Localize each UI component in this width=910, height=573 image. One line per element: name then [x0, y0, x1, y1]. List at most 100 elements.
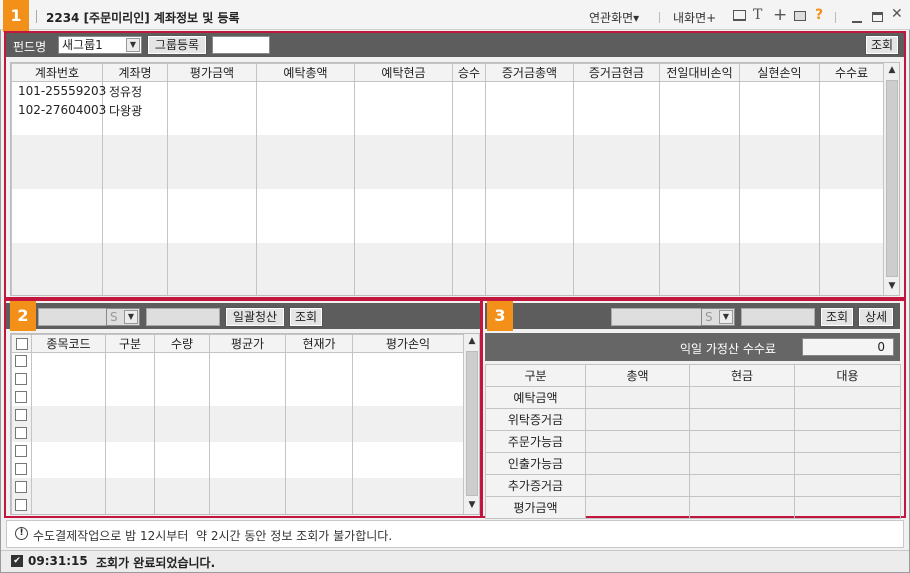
deposit-table: 구분 총액 현금 대용 예탁금액 위탁증거금 주문가능금 인출가능금 추가증거금… — [485, 364, 901, 519]
minimize-icon[interactable] — [852, 21, 862, 23]
account-number: 102-27604003 — [11, 100, 106, 120]
menu-divider — [659, 12, 660, 23]
row-label: 위탁증거금 — [485, 408, 586, 431]
row-label: 평가금액 — [485, 496, 586, 519]
account-number: 101-25559203 — [11, 81, 106, 101]
col-header[interactable]: 승수 — [452, 63, 486, 82]
print-icon[interactable] — [794, 11, 806, 21]
panel-2-select: S ▼ — [106, 308, 140, 326]
col-header[interactable]: 증거금현금 — [573, 63, 660, 82]
col-header: 현금 — [689, 364, 795, 387]
row-checkbox[interactable] — [15, 409, 27, 421]
col-header[interactable]: 계좌명 — [102, 63, 168, 82]
scroll-up-icon[interactable]: ▲ — [884, 65, 899, 75]
row-checkbox[interactable] — [15, 427, 27, 439]
scroll-down-icon[interactable]: ▼ — [464, 500, 479, 510]
table-row: 평가금액 — [485, 496, 901, 519]
scroll-down-icon[interactable]: ▼ — [884, 281, 899, 291]
row-label: 주문가능금 — [485, 430, 586, 453]
notice-text: 수도결제작업으로 밤 12시부터 약 2시간 동안 정보 조회가 불가합니다. — [33, 529, 393, 543]
chevron-down-icon: ▼ — [124, 310, 138, 324]
close-icon[interactable]: ✕ — [891, 6, 903, 22]
status-time: 09:31:15 — [28, 554, 88, 568]
text-icon[interactable]: T — [753, 7, 762, 23]
row-checkbox[interactable] — [15, 373, 27, 385]
row-checkbox[interactable] — [15, 499, 27, 511]
panel-3-select: S ▼ — [701, 308, 735, 326]
table-row[interactable]: 101-25559203 정유정 — [11, 81, 884, 101]
detail-button[interactable]: 상세 — [858, 307, 894, 327]
info-icon: ! — [15, 527, 28, 540]
col-header[interactable]: 증거금총액 — [485, 63, 574, 82]
chevron-down-icon[interactable]: ▼ — [126, 38, 140, 52]
plus-icon[interactable]: + — [773, 7, 787, 24]
col-header[interactable]: 평가손익 — [352, 334, 464, 353]
title-divider — [36, 10, 37, 23]
bulk-settle-button[interactable]: 일괄청산 — [225, 307, 285, 327]
panel-2-select-value: S — [110, 310, 118, 324]
group-register-button[interactable]: 그룹등록 — [147, 35, 207, 55]
table-row: 추가증거금 — [485, 474, 901, 497]
group-select[interactable]: 새그룹1 ▼ — [58, 36, 142, 54]
table-row: 주문가능금 — [485, 430, 901, 453]
col-header: 대용 — [794, 364, 901, 387]
col-header[interactable]: 실현손익 — [739, 63, 820, 82]
col-header[interactable]: 계좌번호 — [11, 63, 103, 82]
panel-1-scrollbar[interactable]: ▲ ▼ — [883, 63, 899, 295]
section-badge-2: 2 — [10, 301, 36, 331]
row-checkbox[interactable] — [15, 445, 27, 457]
panel-1-query-button[interactable]: 조회 — [865, 35, 899, 55]
fee-label: 익일 가정산 수수료 — [680, 342, 776, 356]
panel-3-password-input — [741, 308, 815, 326]
row-checkbox[interactable] — [15, 481, 27, 493]
chevron-down-icon: ▼ — [719, 310, 733, 324]
account-table: 계좌번호 계좌명 평가금액 예탁총액 예탁현금 승수 증거금총액 증거금현금 전… — [11, 63, 884, 295]
col-header[interactable]: 평가금액 — [167, 63, 257, 82]
status-message: 조회가 완료되었습니다. — [96, 556, 216, 570]
maximize-icon[interactable] — [872, 12, 883, 22]
panel-2-scrollbar[interactable]: ▲ ▼ — [463, 334, 479, 514]
col-header[interactable]: 현재가 — [285, 334, 353, 353]
fund-label: 펀드명 — [13, 40, 47, 54]
table-row: 인출가능금 — [485, 452, 901, 475]
col-header[interactable]: 전일대비손익 — [659, 63, 740, 82]
table-row[interactable]: 102-27604003 다왕광 — [11, 100, 884, 120]
position-table: 종목코드 구분 수량 평균가 현재가 평가손익 — [11, 334, 464, 514]
fund-input[interactable] — [212, 36, 270, 54]
row-label: 인출가능금 — [485, 452, 586, 475]
col-header[interactable]: 수량 — [154, 334, 210, 353]
col-header: 총액 — [585, 364, 690, 387]
position-grid: 종목코드 구분 수량 평균가 현재가 평가손익 ▲ ▼ — [10, 333, 480, 515]
table-header: 구분 총액 현금 대용 — [485, 364, 901, 387]
group-select-value: 새그룹1 — [62, 38, 103, 52]
checkmark-icon: ✔ — [11, 555, 23, 567]
table-header: 계좌번호 계좌명 평가금액 예탁총액 예탁현금 승수 증거금총액 증거금현금 전… — [11, 63, 884, 82]
scroll-thumb[interactable] — [886, 80, 898, 277]
col-header[interactable]: 예탁현금 — [354, 63, 453, 82]
related-screen-menu[interactable]: 연관화면▾ — [589, 9, 639, 26]
row-checkbox[interactable] — [15, 391, 27, 403]
row-checkbox[interactable] — [15, 463, 27, 475]
table-header: 종목코드 구분 수량 평균가 현재가 평가손익 — [11, 334, 464, 353]
col-header[interactable]: 평균가 — [209, 334, 286, 353]
my-screen-menu[interactable]: 내화면+ — [673, 9, 716, 26]
col-header[interactable]: 수수료 — [819, 63, 884, 82]
select-all-checkbox[interactable] — [15, 337, 28, 350]
col-header[interactable]: 구분 — [105, 334, 155, 353]
col-header[interactable]: 예탁총액 — [256, 63, 355, 82]
screen-icon[interactable] — [733, 10, 746, 21]
select-all-header[interactable] — [11, 334, 32, 353]
account-grid: 계좌번호 계좌명 평가금액 예탁총액 예탁현금 승수 증거금총액 증거금현금 전… — [10, 62, 900, 296]
help-icon[interactable]: ? — [815, 7, 823, 23]
panel-3-query-button[interactable]: 조회 — [820, 307, 854, 327]
window-title: 2234 [주문미리인] 계좌정보 및 등록 — [46, 11, 240, 25]
account-name: 정유정 — [102, 81, 168, 101]
icon-divider — [835, 12, 836, 23]
scroll-thumb[interactable] — [466, 351, 478, 496]
scroll-up-icon[interactable]: ▲ — [464, 336, 479, 346]
row-label: 예탁금액 — [485, 386, 586, 409]
col-header: 구분 — [485, 364, 586, 387]
panel-2-query-button[interactable]: 조회 — [289, 307, 323, 327]
row-checkbox[interactable] — [15, 355, 27, 367]
col-header[interactable]: 종목코드 — [31, 334, 106, 353]
